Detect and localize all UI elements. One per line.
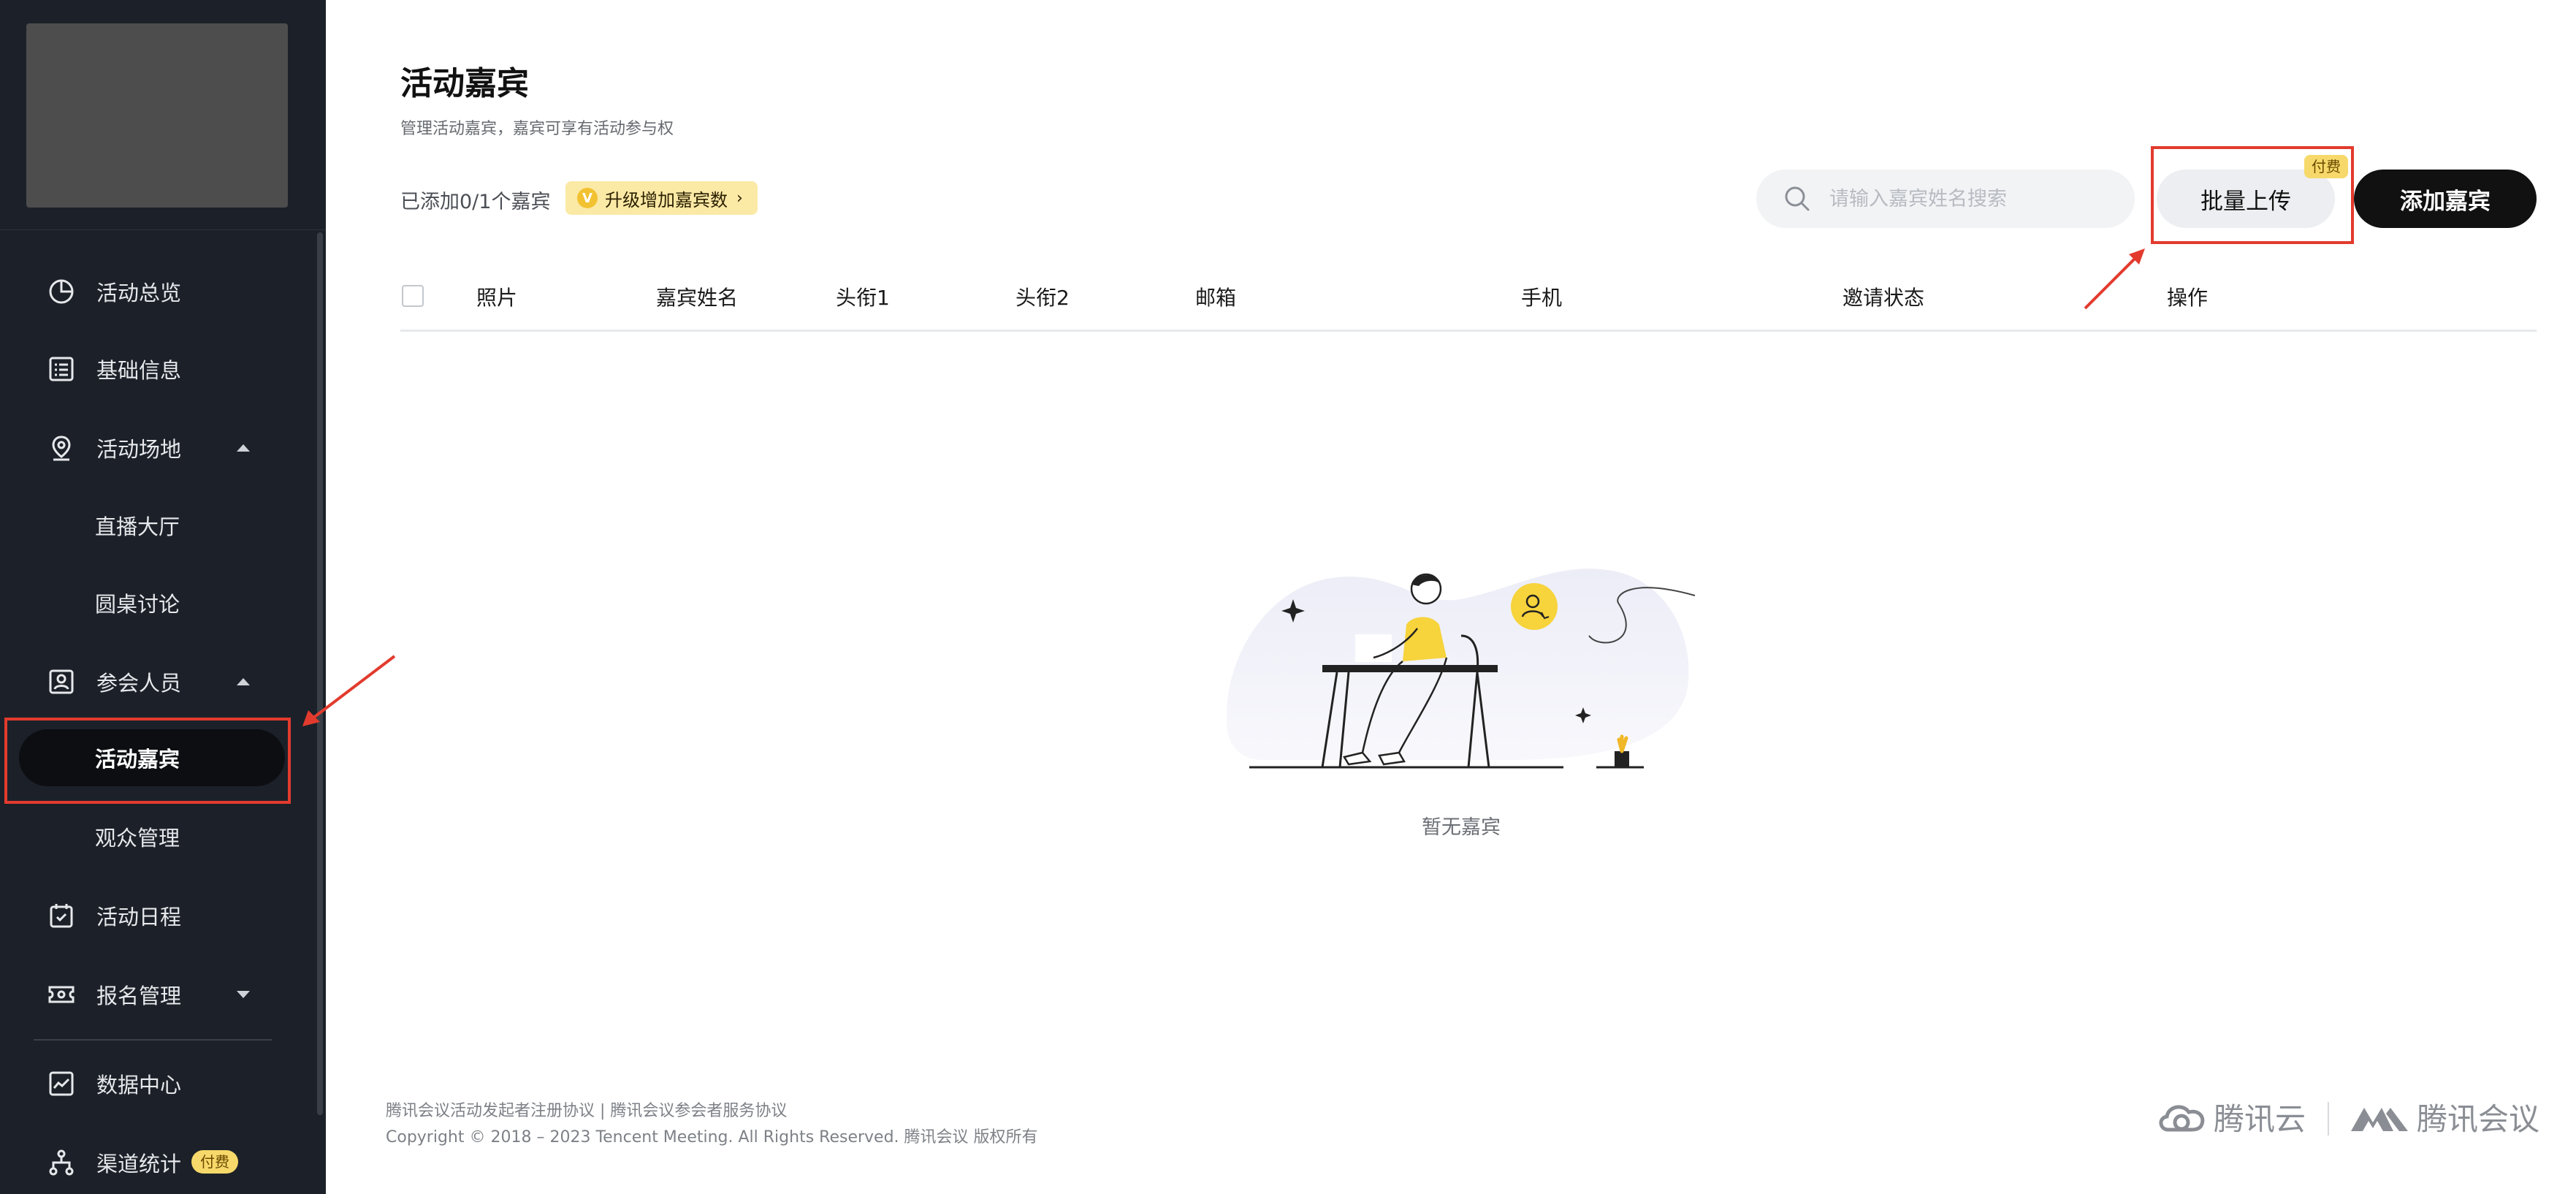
upgrade-guest-limit-button[interactable]: V 升级增加嘉宾数 › [565,181,758,215]
attendee-badge-icon [47,667,76,696]
brand-separator [2328,1102,2329,1136]
line-chart-icon [47,1069,76,1098]
sidebar-item-roundtable[interactable]: 圆桌讨论 [0,571,307,634]
sidebar-item-live-hall[interactable]: 直播大厅 [0,494,307,557]
search-input[interactable] [1829,184,2114,213]
paid-badge: 付费 [191,1150,238,1174]
sidebar-item-label: 报名管理 [96,984,182,1008]
guest-table-header: 照片 嘉宾姓名 头衔1 头衔2 邮箱 手机 邀请状态 操作 [400,270,2537,332]
brand-cloud-text: 腾讯云 [2214,1101,2306,1137]
tencent-cloud-logo: 腾讯云 [2155,1095,2306,1139]
sidebar-item-label: 观众管理 [95,826,180,851]
search-icon [1785,186,1810,211]
chevron-down-icon[interactable] [237,991,250,998]
cloud-logo-icon [2159,1104,2205,1131]
sidebar-item-data-center[interactable]: 数据中心 [0,1052,307,1115]
sidebar-item-registration[interactable]: 报名管理 [0,963,307,1026]
column-header-name: 嘉宾姓名 [656,286,739,310]
calendar-check-icon [47,901,76,930]
upgrade-label: 升级增加嘉宾数 [605,189,728,210]
ticket-icon [47,980,76,1009]
sidebar-divider [34,1039,272,1041]
guest-search-box[interactable] [1756,170,2135,228]
column-header-phone: 手机 [1521,286,1563,310]
pie-chart-icon [47,277,76,306]
column-header-invite-status: 邀请状态 [1843,286,1925,310]
column-header-photo: 照片 [476,286,518,310]
sidebar-item-label: 渠道统计 [96,1152,182,1176]
sidebar-item-label: 圆桌讨论 [95,592,180,617]
guest-count-text: 已添加0/1个嘉宾 [400,191,551,213]
sidebar-item-label: 数据中心 [96,1073,182,1098]
column-header-title1: 头衔1 [836,286,890,310]
empty-state-text: 暂无嘉宾 [1422,816,1501,839]
chevron-up-icon[interactable] [237,444,250,452]
add-guest-button[interactable]: 添加嘉宾 [2354,170,2537,228]
column-header-title2: 头衔2 [1015,286,1070,310]
document-list-icon [47,354,76,384]
annotation-highlight-box [2151,146,2354,244]
sidebar-item-label: 活动场地 [96,437,182,462]
tencent-meeting-logo: 腾讯会议 [2348,1095,2539,1139]
column-header-actions: 操作 [2167,286,2209,310]
annotation-arrow-icon [302,655,396,726]
sidebar-item-label: 参会人员 [96,671,182,696]
chevron-up-icon[interactable] [237,678,250,685]
location-pin-icon [47,433,76,463]
column-header-email: 邮箱 [1195,286,1237,310]
chevron-right-icon: › [736,189,743,208]
page-subtitle: 管理活动嘉宾，嘉宾可享有活动参与权 [400,120,674,138]
sidebar-item-label: 活动总览 [96,281,182,305]
footer-agreement-links[interactable]: 腾讯会议活动发起者注册协议 | 腾讯会议参会者服务协议 [386,1098,787,1121]
sidebar-item-label: 活动日程 [96,905,182,929]
sidebar-item-audience[interactable]: 观众管理 [0,805,307,868]
sidebar-item-attendees[interactable]: 参会人员 [0,650,307,713]
page-title: 活动嘉宾 [400,65,529,102]
select-all-checkbox[interactable] [402,285,424,307]
sidebar-divider [0,229,326,230]
event-cover-image [26,23,288,208]
empty-state-illustration [1226,569,1696,769]
sidebar-item-overview[interactable]: 活动总览 [0,260,307,323]
annotation-highlight-box [4,718,291,804]
brand-meeting-text: 腾讯会议 [2417,1101,2540,1137]
meeting-logo-icon [2351,1107,2408,1131]
footer-copyright: Copyright © 2018 – 2023 Tencent Meeting.… [386,1128,1038,1147]
sidebar-item-label: 基础信息 [96,358,182,383]
sidebar-item-basic-info[interactable]: 基础信息 [0,338,307,400]
sidebar: 活动总览 基础信息 活动场地 直播大厅 圆桌讨论 参会人员 活动嘉宾 观众管理 [0,0,326,1194]
vip-icon: V [577,188,598,208]
sidebar-item-venue[interactable]: 活动场地 [0,417,307,479]
sidebar-item-schedule[interactable]: 活动日程 [0,884,307,947]
channel-tree-icon [47,1148,76,1177]
sidebar-item-channel-stats[interactable]: 渠道统计 付费 [0,1131,307,1194]
sidebar-item-label: 直播大厅 [95,514,180,539]
